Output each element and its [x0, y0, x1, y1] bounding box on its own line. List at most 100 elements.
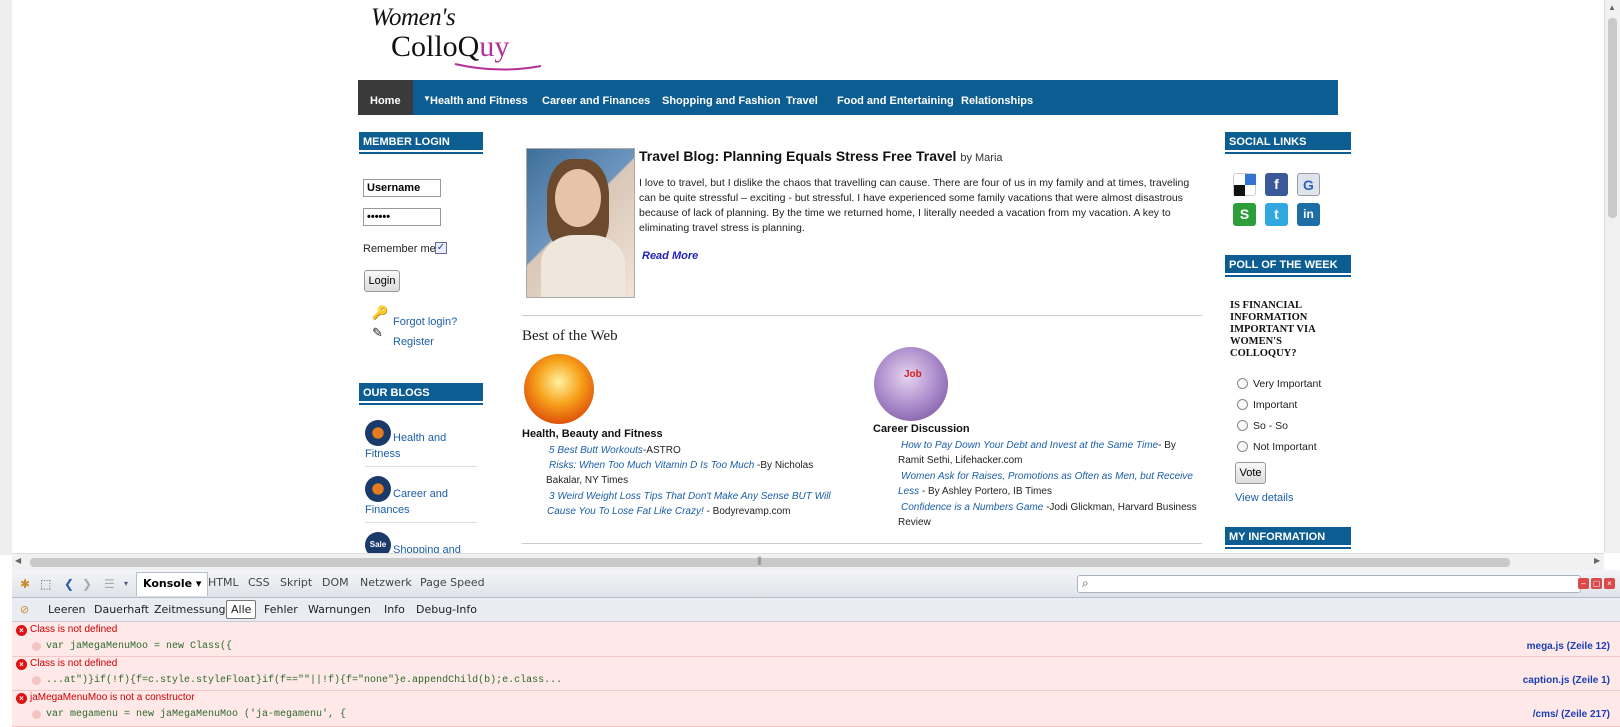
breakpoint-dot-icon[interactable] [32, 676, 41, 685]
our-blogs-header: OUR BLOGS [359, 383, 483, 403]
nav-shopping-fashion[interactable]: Shopping and Fashion [650, 80, 793, 115]
site-logo[interactable]: Women's ColloQuy [371, 4, 551, 74]
career-item-1[interactable]: How to Pay Down Your Debt and Invest at … [898, 438, 1203, 468]
password-field[interactable]: •••••• [363, 208, 441, 226]
nav-travel[interactable]: Travel [774, 80, 830, 115]
linkedin-icon[interactable]: in [1297, 203, 1320, 226]
health-item-1[interactable]: 5 Best Butt Workouts-ASTRO [549, 443, 849, 458]
divider [365, 466, 477, 467]
breakpoint-dot-icon[interactable] [32, 710, 41, 719]
health-item-2-link[interactable]: Risks: When Too Much Vitamin D Is Too Mu… [549, 460, 754, 471]
remember-me-label: Remember me [363, 243, 436, 255]
poll-radio-very-important[interactable] [1237, 378, 1248, 389]
minimize-icon[interactable]: – [1578, 578, 1589, 589]
nav-food-entertaining[interactable]: Food and Entertaining [825, 80, 966, 115]
career-item-3-link[interactable]: Confidence is a Numbers Game [901, 502, 1043, 513]
health-blog-icon [365, 420, 391, 446]
health-item-1-link[interactable]: 5 Best Butt Workouts [549, 445, 643, 456]
page-vertical-scrollbar[interactable]: ▲ [1604, 0, 1620, 553]
tab-html[interactable]: HTML [208, 576, 239, 589]
blog-item-health[interactable]: Health and Fitness [365, 420, 481, 462]
error-icon: × [16, 625, 27, 636]
error-code: var jaMegaMenuMoo = new Class({ [46, 641, 233, 652]
error-source-link[interactable]: /cms/ (Zeile 217) [1533, 709, 1610, 720]
filter-fehler[interactable]: Fehler [264, 603, 298, 616]
view-details-link[interactable]: View details [1235, 492, 1294, 504]
clear-console-icon[interactable]: ⊘ [20, 603, 29, 616]
scroll-right-arrow-icon[interactable]: ▶ [1594, 556, 1600, 565]
filter-leeren[interactable]: Leeren [48, 603, 86, 616]
tab-skript[interactable]: Skript [280, 576, 312, 589]
scrollbar-thumb[interactable] [30, 558, 1510, 567]
inspect-icon[interactable]: ⬚ [40, 577, 51, 591]
filter-warnungen[interactable]: Warnungen [308, 603, 371, 616]
forward-arrow-icon[interactable]: ❯ [82, 577, 92, 591]
filter-zeitmessung[interactable]: Zeitmessung [154, 603, 226, 616]
firebug-bug-icon[interactable]: ✱ [20, 577, 30, 591]
nav-career-finances[interactable]: Career and Finances [530, 80, 662, 115]
twitter-icon[interactable]: t [1265, 203, 1288, 226]
browser-window: Women's ColloQuy Home ▼ Health and Fitnes… [0, 0, 1620, 727]
article-title-text: Travel Blog: Planning Equals Stress Free… [639, 148, 957, 164]
scroll-left-arrow-icon[interactable]: ◀ [15, 556, 21, 565]
nav-home-label: Home [370, 95, 401, 107]
career-item-1-link[interactable]: How to Pay Down Your Debt and Invest at … [901, 440, 1158, 451]
scroll-up-arrow-icon[interactable]: ▲ [1608, 3, 1616, 12]
filter-alle[interactable]: Alle [226, 600, 257, 619]
filter-dauerhaft[interactable]: Dauerhaft [94, 603, 149, 616]
list-icon[interactable]: ☰ [104, 577, 115, 591]
delicious-icon[interactable] [1233, 173, 1256, 196]
divider [522, 315, 1202, 316]
poll-radio-not-important[interactable] [1237, 441, 1248, 452]
username-field[interactable]: Username [363, 179, 441, 197]
nav-food-label: Food and Entertaining [837, 95, 954, 107]
remember-me-checkbox[interactable]: ✓ [435, 242, 447, 254]
firebug-search-input[interactable]: ⌕ [1077, 575, 1581, 593]
blog-item-shopping[interactable]: Sale Shopping and [365, 532, 481, 553]
google-icon[interactable]: G [1297, 173, 1320, 196]
back-arrow-icon[interactable]: ❮ [64, 577, 74, 591]
breakpoint-dot-icon[interactable] [32, 642, 41, 651]
article-title[interactable]: Travel Blog: Planning Equals Stress Free… [639, 148, 1003, 164]
divider [522, 543, 1202, 544]
filter-info[interactable]: Info [384, 603, 405, 616]
tab-dom[interactable]: DOM [322, 576, 349, 589]
console-error-row[interactable]: × Class is not defined ...at")}if(!f){f=… [12, 657, 1620, 691]
forgot-login-link[interactable]: Forgot login? [393, 316, 457, 328]
facebook-icon[interactable]: f [1265, 173, 1288, 196]
poll-header: POLL OF THE WEEK [1225, 255, 1351, 275]
console-error-row[interactable]: × Class is not defined var jaMegaMenuMoo… [12, 622, 1620, 657]
close-icon[interactable]: × [1604, 578, 1615, 589]
health-item-3[interactable]: 3 Weird Weight Loss Tips That Don't Make… [547, 489, 847, 519]
nav-home[interactable]: Home [358, 80, 413, 115]
dropdown-caret-icon: ▼ [423, 94, 431, 103]
nav-relationships[interactable]: Relationships [949, 80, 1045, 115]
nav-health-fitness[interactable]: ▼ Health and Fitness [418, 80, 540, 115]
health-item-2[interactable]: Risks: When Too Much Vitamin D Is Too Mu… [546, 458, 846, 488]
blog-item-career[interactable]: Career and Finances [365, 476, 481, 518]
tab-css[interactable]: CSS [248, 576, 270, 589]
login-button[interactable]: Login [364, 270, 400, 292]
best-of-web-title: Best of the Web [522, 328, 618, 344]
read-more-link[interactable]: Read More [642, 250, 698, 262]
career-item-3[interactable]: Confidence is a Numbers Game -Jodi Glick… [898, 500, 1203, 530]
vote-button[interactable]: Vote [1235, 462, 1266, 484]
career-item-2[interactable]: Women Ask for Raises, Promotions as Ofte… [898, 469, 1203, 499]
scrollbar-thumb[interactable] [1608, 18, 1617, 218]
stumbleupon-icon[interactable]: S [1233, 203, 1256, 226]
dropdown-caret-icon[interactable]: ▾ [124, 579, 128, 588]
tab-konsole[interactable]: Konsole ▾ [136, 572, 209, 596]
console-error-row[interactable]: × jaMegaMenuMoo is not a constructor var… [12, 691, 1620, 727]
poll-radio-so-so[interactable] [1237, 420, 1248, 431]
detach-icon[interactable]: ▢ [1591, 578, 1602, 589]
filter-debug-info[interactable]: Debug-Info [416, 603, 477, 616]
poll-radio-important[interactable] [1237, 399, 1248, 410]
page-horizontal-scrollbar[interactable]: ◀ ||| ▶ [12, 553, 1604, 570]
tab-page-speed[interactable]: Page Speed [420, 576, 485, 589]
tab-netzwerk[interactable]: Netzwerk [360, 576, 412, 589]
register-link[interactable]: Register [393, 336, 434, 348]
error-source-link[interactable]: caption.js (Zeile 1) [1523, 675, 1610, 686]
nav-shopping-label: Shopping and Fashion [662, 95, 781, 107]
error-source-link[interactable]: mega.js (Zeile 12) [1527, 641, 1610, 652]
logo-swoosh-icon [454, 63, 542, 71]
